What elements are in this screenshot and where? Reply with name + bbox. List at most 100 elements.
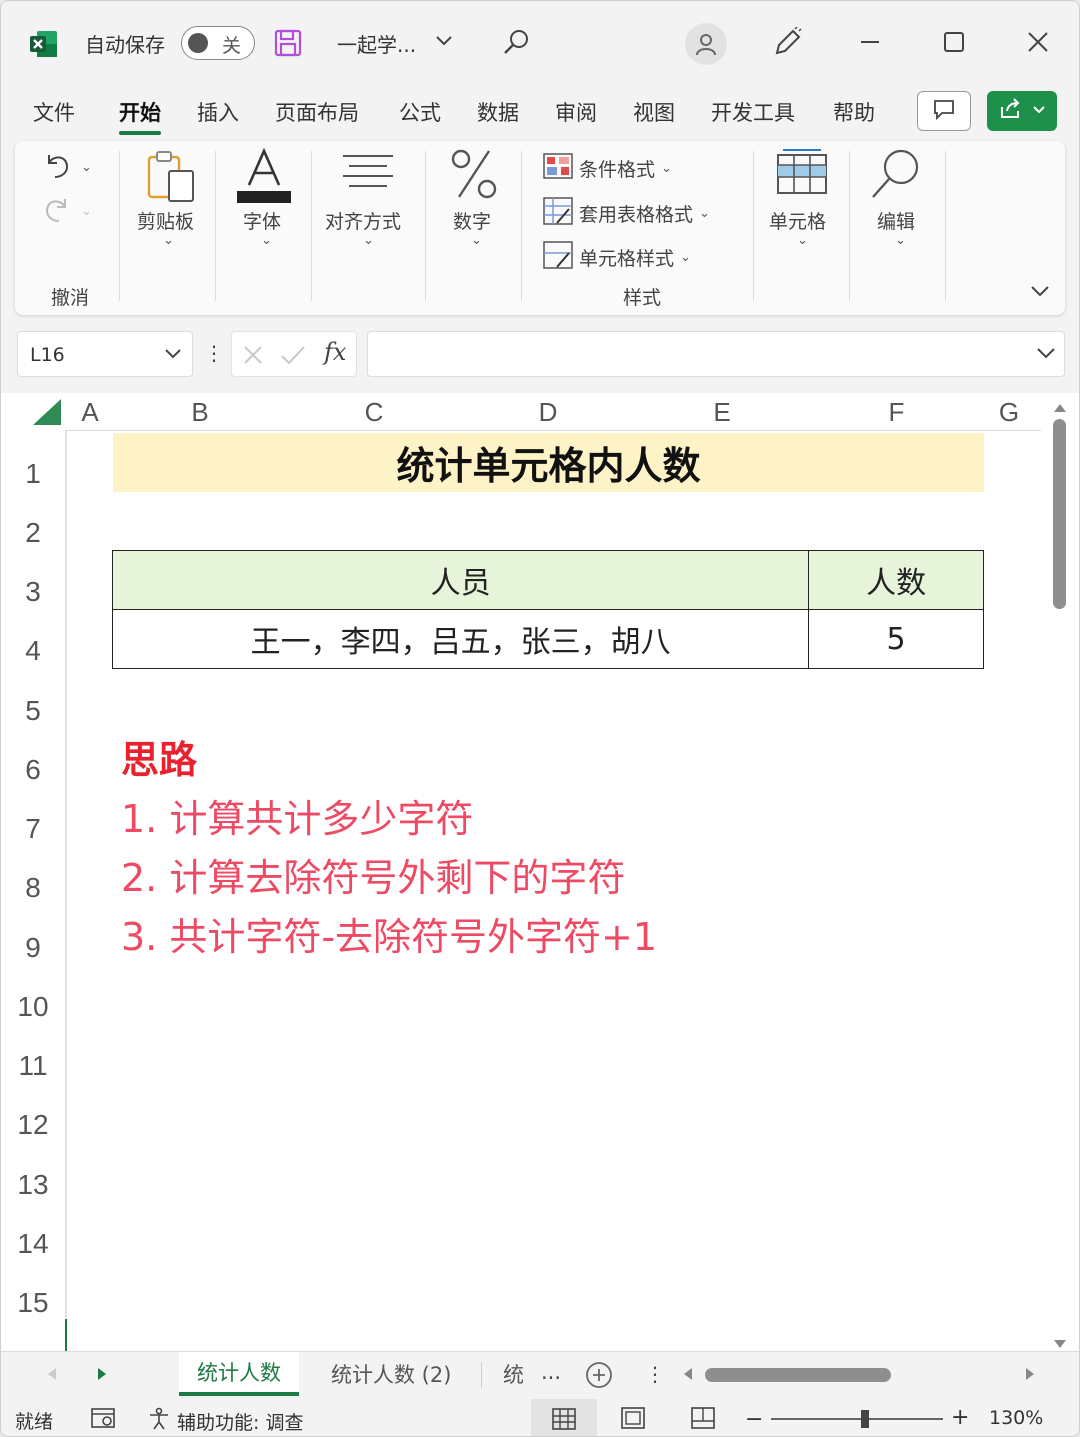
cell-people-count[interactable]: 5 — [808, 609, 984, 669]
accessibility-button[interactable]: 辅助功能: 调查 — [147, 1407, 303, 1436]
row-header-12[interactable]: 12 — [1, 1095, 65, 1154]
zoom-out-icon[interactable]: − — [745, 1407, 763, 1432]
conditional-format-button[interactable]: 条件格式 ⌄ — [543, 153, 672, 184]
tab-file[interactable]: 文件 — [33, 97, 75, 135]
next-sheet-icon[interactable] — [95, 1366, 109, 1386]
expand-formula-icon[interactable] — [1036, 344, 1056, 366]
more-options-icon[interactable]: ⋮ — [204, 341, 224, 365]
minimize-icon[interactable] — [857, 29, 883, 55]
undo-button[interactable]: ⌄ — [41, 149, 92, 185]
pen-icon[interactable] — [771, 27, 803, 59]
select-all-button[interactable] — [33, 399, 61, 425]
row-header-3[interactable]: 3 — [1, 562, 65, 621]
ribbon-collapse-icon[interactable] — [1029, 281, 1051, 305]
tab-data[interactable]: 数据 — [477, 97, 519, 135]
tab-view[interactable]: 视图 — [633, 97, 675, 135]
editing-button[interactable]: 编辑 ⌄ — [851, 141, 945, 315]
zoom-level[interactable]: 130% — [989, 1407, 1043, 1429]
row-header-1[interactable]: 1 — [1, 444, 65, 503]
maximize-icon[interactable] — [941, 29, 967, 55]
row-header-7[interactable]: 7 — [1, 799, 65, 858]
header-cell-count[interactable]: 人数 — [808, 550, 984, 610]
search-icon[interactable] — [501, 27, 531, 57]
add-sheet-icon[interactable] — [585, 1361, 613, 1393]
column-header-g[interactable]: G — [984, 393, 1034, 431]
note-line[interactable]: 3. 共计字符-去除符号外字符+1 — [121, 908, 657, 967]
ribbon-separator — [753, 151, 754, 301]
tab-help[interactable]: 帮助 — [833, 97, 875, 135]
prev-sheet-icon[interactable] — [45, 1366, 59, 1386]
tab-page-layout[interactable]: 页面布局 — [275, 97, 359, 135]
note-line[interactable]: 2. 计算去除符号外剩下的字符 — [121, 849, 657, 908]
tab-developer[interactable]: 开发工具 — [711, 97, 795, 135]
column-header-e[interactable]: E — [635, 393, 809, 431]
row-header-11[interactable]: 11 — [1, 1036, 65, 1095]
comments-button[interactable] — [917, 91, 971, 131]
avatar-icon[interactable] — [685, 23, 727, 65]
column-header-d[interactable]: D — [461, 393, 635, 431]
alignment-button[interactable]: 对齐方式 ⌄ — [313, 141, 425, 315]
name-box[interactable]: L16 — [17, 331, 193, 377]
chevron-down-icon[interactable] — [433, 29, 455, 51]
table-format-button[interactable]: 套用表格格式 ⌄ — [543, 197, 710, 230]
column-header-a[interactable]: A — [67, 393, 113, 431]
cancel-icon[interactable] — [242, 344, 264, 370]
horizontal-scrollbar-thumb[interactable] — [705, 1368, 891, 1382]
document-name[interactable]: 一起学... — [337, 29, 416, 58]
note-line[interactable]: 1. 计算共计多少字符 — [121, 790, 657, 849]
row-header-13[interactable]: 13 — [1, 1155, 65, 1214]
sheet-title-cell[interactable]: 统计单元格内人数 — [113, 433, 984, 492]
row-header-6[interactable]: 6 — [1, 740, 65, 799]
close-icon[interactable] — [1025, 29, 1051, 55]
row-header-8[interactable]: 8 — [1, 858, 65, 917]
share-button[interactable] — [987, 91, 1057, 131]
notes-heading[interactable]: 思路 — [121, 731, 657, 790]
insert-function-button[interactable]: fx — [324, 338, 346, 366]
sheet-tab-2[interactable]: 统计人数 (2) — [313, 1352, 469, 1396]
formula-input[interactable] — [367, 331, 1065, 377]
header-cell-people[interactable]: 人员 — [111, 550, 810, 610]
normal-view-icon[interactable] — [531, 1399, 597, 1436]
styles-group-label: 样式 — [623, 287, 662, 309]
cells-button[interactable]: 单元格 ⌄ — [755, 141, 849, 315]
tab-home[interactable]: 开始 — [119, 97, 161, 135]
sheet-tab-3[interactable]: 统 — [485, 1352, 542, 1396]
tab-formulas[interactable]: 公式 — [399, 97, 441, 135]
undo-icon — [41, 149, 73, 185]
more-sheets-button[interactable]: ... — [541, 1360, 561, 1384]
redo-button[interactable]: ⌄ — [41, 193, 92, 229]
scroll-right-icon[interactable] — [1023, 1366, 1037, 1386]
zoom-slider-thumb[interactable] — [861, 1410, 869, 1428]
font-button[interactable]: 字体 ⌄ — [217, 141, 311, 315]
row-header-5[interactable]: 5 — [1, 681, 65, 740]
zoom-in-icon[interactable]: + — [951, 1405, 969, 1430]
row-header-15[interactable]: 15 — [1, 1273, 65, 1332]
cell-people-list[interactable]: 王一，李四，吕五，张三，胡八 — [111, 609, 810, 669]
row-header-14[interactable]: 14 — [1, 1214, 65, 1273]
scroll-left-icon[interactable] — [681, 1366, 695, 1386]
row-header-10[interactable]: 10 — [1, 977, 65, 1036]
clipboard-button[interactable]: 剪贴板 ⌄ — [121, 141, 215, 315]
number-button[interactable]: 数字 ⌄ — [427, 141, 521, 315]
tab-insert[interactable]: 插入 — [197, 97, 239, 135]
macro-record-icon[interactable] — [91, 1407, 117, 1429]
row-header-9[interactable]: 9 — [1, 918, 65, 977]
column-header-c[interactable]: C — [287, 393, 461, 431]
save-icon[interactable] — [273, 28, 303, 58]
column-header-b[interactable]: B — [113, 393, 287, 431]
chevron-down-icon: ⌄ — [261, 233, 272, 248]
page-break-view-icon[interactable] — [691, 1407, 715, 1429]
page-layout-view-icon[interactable] — [621, 1407, 645, 1429]
tab-options-icon[interactable]: ⋮ — [645, 1362, 665, 1386]
autosave-toggle[interactable]: 关 — [181, 26, 255, 60]
vertical-scrollbar-thumb[interactable] — [1053, 419, 1066, 609]
scroll-up-icon[interactable] — [1052, 399, 1068, 418]
zoom-slider[interactable] — [771, 1418, 943, 1420]
column-header-f[interactable]: F — [809, 393, 984, 431]
enter-icon[interactable] — [280, 344, 306, 370]
cell-style-button[interactable]: 单元格样式 ⌄ — [543, 241, 691, 274]
tab-review[interactable]: 审阅 — [555, 97, 597, 135]
row-header-2[interactable]: 2 — [1, 503, 65, 562]
row-header-4[interactable]: 4 — [1, 621, 65, 680]
sheet-tab-1[interactable]: 统计人数 — [179, 1352, 299, 1396]
